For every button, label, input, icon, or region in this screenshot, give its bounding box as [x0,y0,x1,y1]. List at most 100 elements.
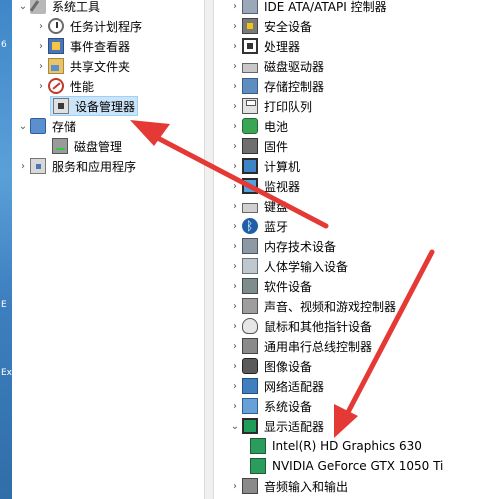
tree-node-device-manager[interactable]: 设备管理器 [50,96,138,116]
tree-node-label: 共享文件夹 [70,59,131,74]
device-label: 处理器 [264,39,301,54]
chevron-right-icon[interactable]: › [228,176,242,196]
chevron-right-icon[interactable]: › [16,156,30,176]
tree-node-disk-management[interactable]: 磁盘管理 [50,136,122,156]
device-label: 电池 [264,119,289,134]
chevron-right-icon[interactable]: › [228,256,242,276]
device-category[interactable]: › 声音、视频和游戏控制器 [228,296,396,316]
audio-video-icon [242,298,258,314]
keyboard-icon [242,202,258,213]
disk-management-icon [52,138,68,154]
chevron-right-icon[interactable]: › [228,196,242,216]
computer-icon [242,158,258,174]
device-category[interactable]: › 图像设备 [228,356,312,376]
chevron-right-icon[interactable]: › [228,56,242,76]
chevron-right-icon[interactable]: › [228,156,242,176]
chevron-right-icon[interactable]: › [228,136,242,156]
device-category[interactable]: › 固件 [228,136,288,156]
device-category[interactable]: › 软件设备 [228,276,312,296]
device-label: 音频输入和输出 [264,479,349,494]
device-category[interactable]: › 鼠标和其他指针设备 [228,316,372,336]
tree-node-label: 任务计划程序 [70,19,143,34]
tree-node-services-apps[interactable]: › 服务和应用程序 [16,156,136,176]
tree-node-label: 事件查看器 [70,39,131,54]
software-device-icon [242,278,258,294]
chevron-right-icon[interactable]: › [228,236,242,256]
device-category[interactable]: › 打印队列 [228,96,312,116]
device-category[interactable]: › 计算机 [228,156,300,176]
device-category[interactable]: › 人体学输入设备 [228,256,348,276]
chevron-right-icon[interactable]: › [34,76,48,96]
pane-splitter[interactable] [204,0,214,499]
chevron-right-icon[interactable]: › [34,56,48,76]
tree-node-shared-folders[interactable]: › 共享文件夹 [34,56,130,76]
device-label: 通用串行总线控制器 [264,339,373,354]
device-category[interactable]: › 存储控制器 [228,76,324,96]
tree-node-system-tools[interactable]: ⌄ 系统工具 [16,0,100,16]
tree-node-task-scheduler[interactable]: › 任务计划程序 [34,16,142,36]
chevron-right-icon[interactable]: › [34,16,48,36]
device-category[interactable]: › 网络适配器 [228,376,324,396]
chevron-right-icon[interactable]: › [228,296,242,316]
device-label: 软件设备 [264,279,313,294]
device-category[interactable]: › 磁盘驱动器 [228,56,324,76]
tree-node-event-viewer[interactable]: › 事件查看器 [34,36,130,56]
storage-controller-icon [242,78,258,94]
gpu-icon [250,438,266,454]
chevron-right-icon[interactable]: › [228,0,242,16]
device-label: Intel(R) HD Graphics 630 [272,439,422,453]
chevron-down-icon[interactable]: ⌄ [228,416,242,436]
mouse-icon [242,318,258,334]
chevron-right-icon[interactable]: › [228,216,242,236]
device-category[interactable]: › 处理器 [228,36,300,56]
device-label: 计算机 [264,159,301,174]
chevron-down-icon[interactable]: ⌄ [16,116,30,136]
tree-node-performance[interactable]: › 性能 [34,76,94,96]
chevron-right-icon[interactable]: › [228,116,242,136]
device-category[interactable]: › 安全设备 [228,16,312,36]
device-category[interactable]: › 监视器 [228,176,300,196]
device-category[interactable]: › IDE ATA/ATAPI 控制器 [228,0,387,16]
device-label: 固件 [264,139,289,154]
camera-icon [242,358,258,374]
chevron-right-icon[interactable]: › [228,16,242,36]
device-category[interactable]: › 系统设备 [228,396,312,416]
usb-icon [242,338,258,354]
device-category[interactable]: › 通用串行总线控制器 [228,336,372,356]
device-label: 安全设备 [264,19,313,34]
device-category[interactable]: › 蓝牙 [228,216,288,236]
device-label: 图像设备 [264,359,313,374]
device-item[interactable]: NVIDIA GeForce GTX 1050 Ti [250,456,443,476]
device-label: NVIDIA GeForce GTX 1050 Ti [272,459,444,473]
device-tree-pane: › IDE ATA/ATAPI 控制器 › 安全设备 › 处理器 › 磁盘驱动器 › 存储控制器 ›… [214,0,496,499]
ide-controller-icon [242,0,258,14]
battery-icon [242,118,258,134]
device-category[interactable]: › 音频输入和输出 [228,476,348,496]
chevron-right-icon[interactable]: › [228,356,242,376]
performance-icon [48,78,64,94]
device-label: 键盘 [264,199,289,214]
chevron-right-icon[interactable]: › [228,96,242,116]
chevron-right-icon[interactable]: › [228,336,242,356]
chevron-right-icon[interactable]: › [228,376,242,396]
chevron-down-icon[interactable]: ⌄ [16,0,30,16]
tools-icon [30,0,46,14]
device-category[interactable]: › 内存技术设备 [228,236,336,256]
chevron-right-icon[interactable]: › [228,76,242,96]
firmware-icon [242,138,258,154]
device-category[interactable]: › 电池 [228,116,288,136]
device-item[interactable]: Intel(R) HD Graphics 630 [250,436,422,456]
device-label: 蓝牙 [264,219,289,234]
chevron-right-icon[interactable]: › [228,36,242,56]
chevron-right-icon[interactable]: › [228,476,242,496]
tree-node-label: 设备管理器 [75,99,136,114]
chevron-right-icon[interactable]: › [228,276,242,296]
chevron-right-icon[interactable]: › [34,36,48,56]
chevron-right-icon[interactable]: › [228,316,242,336]
system-device-icon [242,398,258,414]
memory-tech-icon [242,238,258,254]
chevron-right-icon[interactable]: › [228,396,242,416]
device-category[interactable]: › 键盘 [228,196,288,216]
device-category[interactable]: ⌄ 显示适配器 [228,416,324,436]
tree-node-storage[interactable]: ⌄ 存储 [16,116,76,136]
